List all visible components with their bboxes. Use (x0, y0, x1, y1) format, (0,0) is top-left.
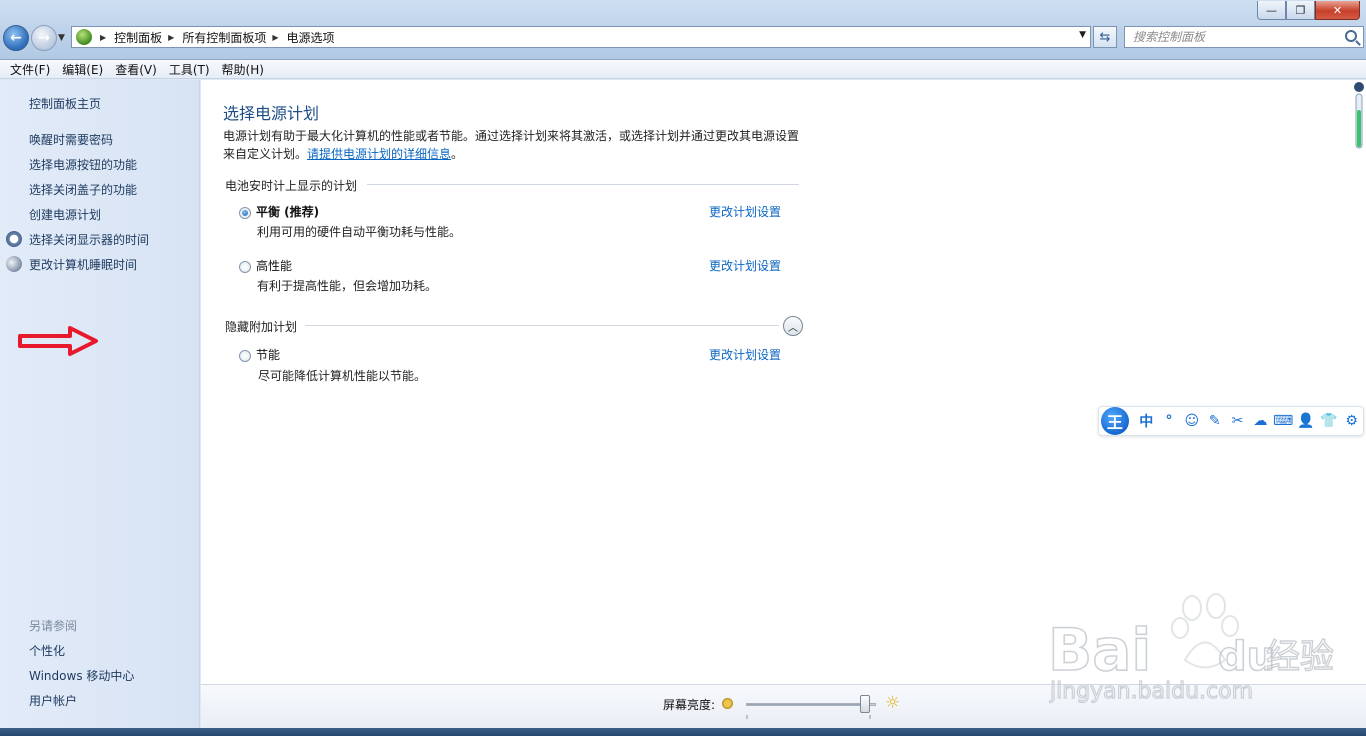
bright-brightness-icon: ☼ (885, 693, 901, 713)
clock-icon (6, 231, 22, 247)
breadcrumb-power-options[interactable]: 电源选项 (287, 29, 335, 46)
back-button[interactable]: ← (3, 25, 29, 51)
brightness-slider[interactable] (746, 695, 876, 713)
maximize-button[interactable]: ❐ (1286, 1, 1315, 20)
ime-cloud-icon[interactable]: ☁ (1249, 413, 1272, 429)
arrow-right-icon: → (38, 30, 50, 46)
menu-tools[interactable]: 工具(T) (163, 61, 216, 78)
chevron-right-icon[interactable]: ▶ (272, 33, 278, 42)
watermark-brand: Bai (1048, 616, 1151, 684)
close-button[interactable]: ✕ (1315, 1, 1360, 20)
chevron-right-icon[interactable]: ▶ (168, 33, 174, 42)
group-divider (367, 184, 799, 185)
breadcrumb-all-items[interactable]: 所有控制面板项 (182, 29, 266, 46)
battery-meter-group-label: 电池安时计上显示的计划 (225, 179, 358, 193)
window-title-bar: — ❐ ✕ ← → ▼ ▶ 控制面板 ▶ 所有控制面板项 ▶ 电源选项 ▼ ⇆ (0, 0, 1366, 60)
address-dropdown-icon[interactable]: ▼ (1079, 30, 1086, 40)
control-panel-icon (76, 29, 92, 45)
sidebar-link-lid-close[interactable]: 选择关闭盖子的功能 (29, 181, 137, 198)
sidebar-link-create-plan[interactable]: 创建电源计划 (29, 206, 101, 223)
plan-name-high-performance[interactable]: 高性能 (256, 257, 292, 274)
menu-view[interactable]: 查看(V) (109, 61, 163, 78)
sidebar-see-also-heading: 另请参阅 (29, 619, 78, 633)
hidden-plans-group-label: 隐藏附加计划 (225, 320, 298, 334)
change-plan-settings-link-balanced[interactable]: 更改计划设置 (709, 203, 781, 220)
intro-text: 电源计划有助于最大化计算机的性能或者节能。通过选择计划来将其激活，或选择计划并通… (223, 127, 808, 163)
intro-line-1: 电源计划有助于最大化计算机的性能或者节能。通过选择计划来将其激活，或选择计划并通… (223, 129, 800, 143)
red-arrow-annotation-icon (18, 326, 98, 356)
intro-suffix: 。 (451, 147, 464, 161)
brightness-slider-thumb[interactable] (860, 695, 870, 713)
brightness-label: 屏幕亮度: (663, 698, 716, 712)
menu-help[interactable]: 帮助(H) (216, 61, 270, 78)
ime-settings-icon[interactable]: ⚙ (1340, 413, 1363, 429)
sidebar-link-sleep-time[interactable]: 更改计算机睡眠时间 (29, 256, 137, 273)
ime-keyboard-icon[interactable]: ⌨ (1272, 413, 1295, 429)
baidu-watermark: Bai du 经验 jingyan.baidu.com (1047, 593, 1335, 705)
ime-handwriting-icon[interactable]: ✎ (1203, 413, 1226, 429)
sidebar-home-link[interactable]: 控制面板主页 (29, 95, 101, 112)
ime-toolbar: 王 中 ° ☺ ✎ ✂ ☁ ⌨ 👤 👕 ⚙ (1098, 406, 1364, 436)
sidebar-link-mobility-center[interactable]: Windows 移动中心 (29, 667, 134, 684)
change-plan-settings-link-high-performance[interactable]: 更改计划设置 (709, 257, 781, 274)
plan-radio-high-performance[interactable] (239, 261, 251, 273)
ime-punctuation-icon[interactable]: ° (1158, 413, 1181, 429)
plan-radio-power-saver[interactable] (239, 350, 251, 362)
plan-name-power-saver[interactable]: 节能 (256, 346, 280, 363)
ime-emoji-icon[interactable]: ☺ (1180, 413, 1203, 429)
group-divider (305, 325, 779, 326)
ime-screenshot-icon[interactable]: ✂ (1226, 413, 1249, 429)
plan-desc-balanced: 利用可用的硬件自动平衡功耗与性能。 (257, 225, 462, 239)
watermark-suffix: 经验 (1266, 637, 1334, 677)
refresh-button[interactable]: ⇆ (1093, 26, 1117, 48)
change-plan-settings-link-power-saver[interactable]: 更改计划设置 (709, 346, 781, 363)
brightness-slider-fill (747, 704, 865, 705)
address-bar[interactable]: ▶ 控制面板 ▶ 所有控制面板项 ▶ 电源选项 ▼ (71, 26, 1091, 48)
arrow-left-icon: ← (10, 30, 22, 46)
dim-brightness-icon (722, 698, 733, 709)
sidebar-link-personalization[interactable]: 个性化 (29, 642, 65, 659)
sidebar-link-wake-password[interactable]: 唤醒时需要密码 (29, 131, 113, 148)
system-gauge-icon (1354, 82, 1364, 149)
sidebar-link-display-off[interactable]: 选择关闭显示器的时间 (29, 231, 149, 248)
menu-edit[interactable]: 编辑(E) (56, 61, 109, 78)
chevron-right-icon[interactable]: ▶ (100, 33, 106, 42)
sidebar: 控制面板主页 唤醒时需要密码 选择电源按钮的功能 选择关闭盖子的功能 创建电源计… (0, 80, 200, 728)
window-controls: — ❐ ✕ (1257, 1, 1360, 20)
ime-user-icon[interactable]: 👤 (1295, 413, 1318, 429)
intro-line-2: 来自定义计划。 (223, 147, 308, 161)
plan-details-link[interactable]: 请提供电源计划的详细信息 (307, 147, 451, 161)
search-input[interactable] (1133, 30, 1338, 44)
sidebar-link-user-accounts[interactable]: 用户帐户 (29, 692, 77, 709)
plan-name-balanced[interactable]: 平衡 (推荐) (256, 203, 319, 220)
chevron-down-icon: ▼ (58, 33, 65, 43)
recent-pages-dropdown[interactable]: ▼ (58, 33, 65, 43)
ime-logo-icon[interactable]: 王 (1101, 407, 1129, 435)
page-title: 选择电源计划 (223, 104, 320, 123)
taskbar (0, 728, 1366, 736)
search-icon[interactable] (1345, 30, 1357, 42)
breadcrumb-control-panel[interactable]: 控制面板 (114, 29, 162, 46)
plan-desc-power-saver: 尽可能降低计算机性能以节能。 (258, 369, 427, 383)
watermark-url: jingyan.baidu.com (1049, 679, 1253, 704)
chevron-up-icon: ︿ (788, 322, 798, 334)
brightness-ticks (746, 715, 871, 719)
plan-desc-high-performance: 有利于提高性能，但会增加功耗。 (257, 279, 438, 293)
ime-skin-icon[interactable]: 👕 (1317, 413, 1340, 429)
menu-bar: 文件(F) 编辑(E) 查看(V) 工具(T) 帮助(H) (0, 60, 1366, 79)
plan-radio-balanced[interactable] (239, 207, 251, 219)
search-box[interactable] (1124, 26, 1364, 48)
minimize-button[interactable]: — (1257, 1, 1286, 20)
sidebar-link-power-button[interactable]: 选择电源按钮的功能 (29, 156, 137, 173)
forward-button[interactable]: → (31, 25, 57, 51)
refresh-icon: ⇆ (1099, 29, 1111, 45)
menu-file[interactable]: 文件(F) (4, 61, 56, 78)
collapse-hidden-plans-button[interactable]: ︿ (783, 316, 803, 336)
ime-chinese-mode-button[interactable]: 中 (1135, 411, 1158, 431)
moon-icon (6, 256, 22, 272)
